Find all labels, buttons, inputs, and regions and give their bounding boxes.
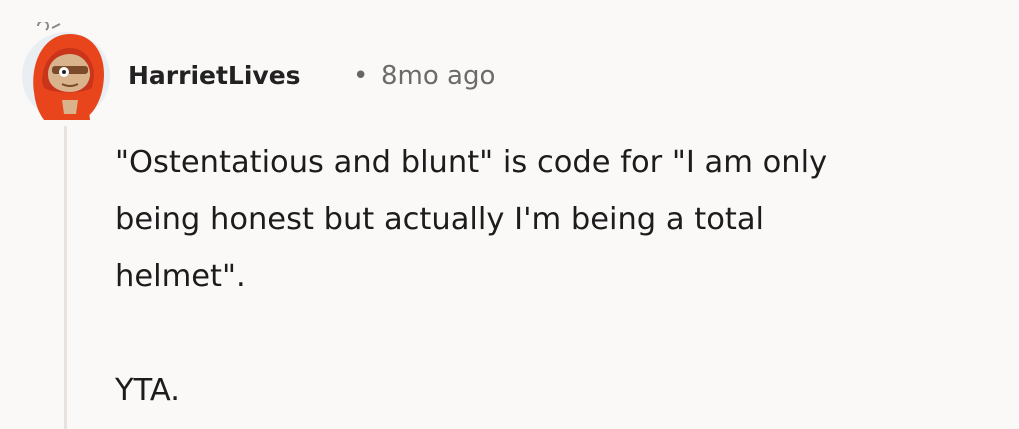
comment-paragraph: YTA. <box>115 373 180 408</box>
user-avatar[interactable] <box>22 22 110 122</box>
comment-timestamp[interactable]: 8mo ago <box>381 58 495 94</box>
snoo-avatar-red-hood-icon <box>22 22 110 120</box>
comment-card: HarrietLives • 8mo ago "Ostentatious and… <box>0 0 1019 429</box>
comment-paragraph: "Ostentatious and blunt" is code for "I … <box>115 145 828 294</box>
meta-separator: • <box>353 61 369 91</box>
comment-body: "Ostentatious and blunt" is code for "I … <box>115 134 1005 419</box>
username-link[interactable]: HarrietLives <box>128 58 301 94</box>
thread-line[interactable] <box>64 126 67 429</box>
